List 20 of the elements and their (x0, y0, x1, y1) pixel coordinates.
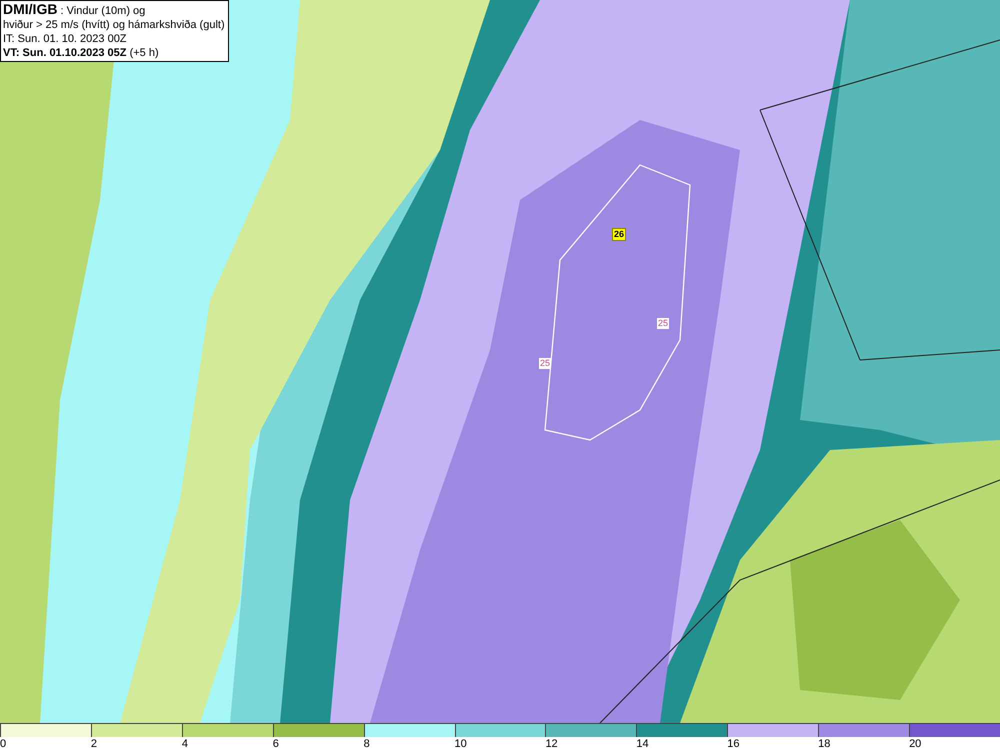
legend-label: 18 (818, 737, 830, 751)
legend-label: 8 (364, 737, 370, 751)
title-text: IT: Sun. 01. 10. 2023 00Z (3, 33, 127, 45)
title-text: : Vindur (10m) og (60, 5, 146, 17)
legend-label: 2 (90, 737, 98, 751)
title-text: hviður > 25 m/s (hvítt) og hámarkshviða (gult) (3, 19, 225, 31)
source-name: DMI/IGB (3, 1, 58, 17)
legend-label: 20 (909, 737, 922, 751)
valid-time: VT: Sun. 01.10.2023 05Z (3, 47, 127, 59)
contour-label: 25 (539, 358, 552, 369)
legend-label: 4 (182, 737, 188, 751)
legend-label: 6 (272, 737, 279, 751)
max-gust-label: 26 (612, 228, 626, 241)
lead-time: (+5 h) (128, 47, 159, 59)
contour-label: 25 (657, 318, 670, 329)
legend-label: 0 (0, 737, 6, 751)
legend-label: 14 (636, 737, 649, 751)
legend-label: 16 (727, 737, 740, 751)
legend-label: 10 (454, 737, 467, 751)
legend-label: 12 (545, 737, 558, 751)
